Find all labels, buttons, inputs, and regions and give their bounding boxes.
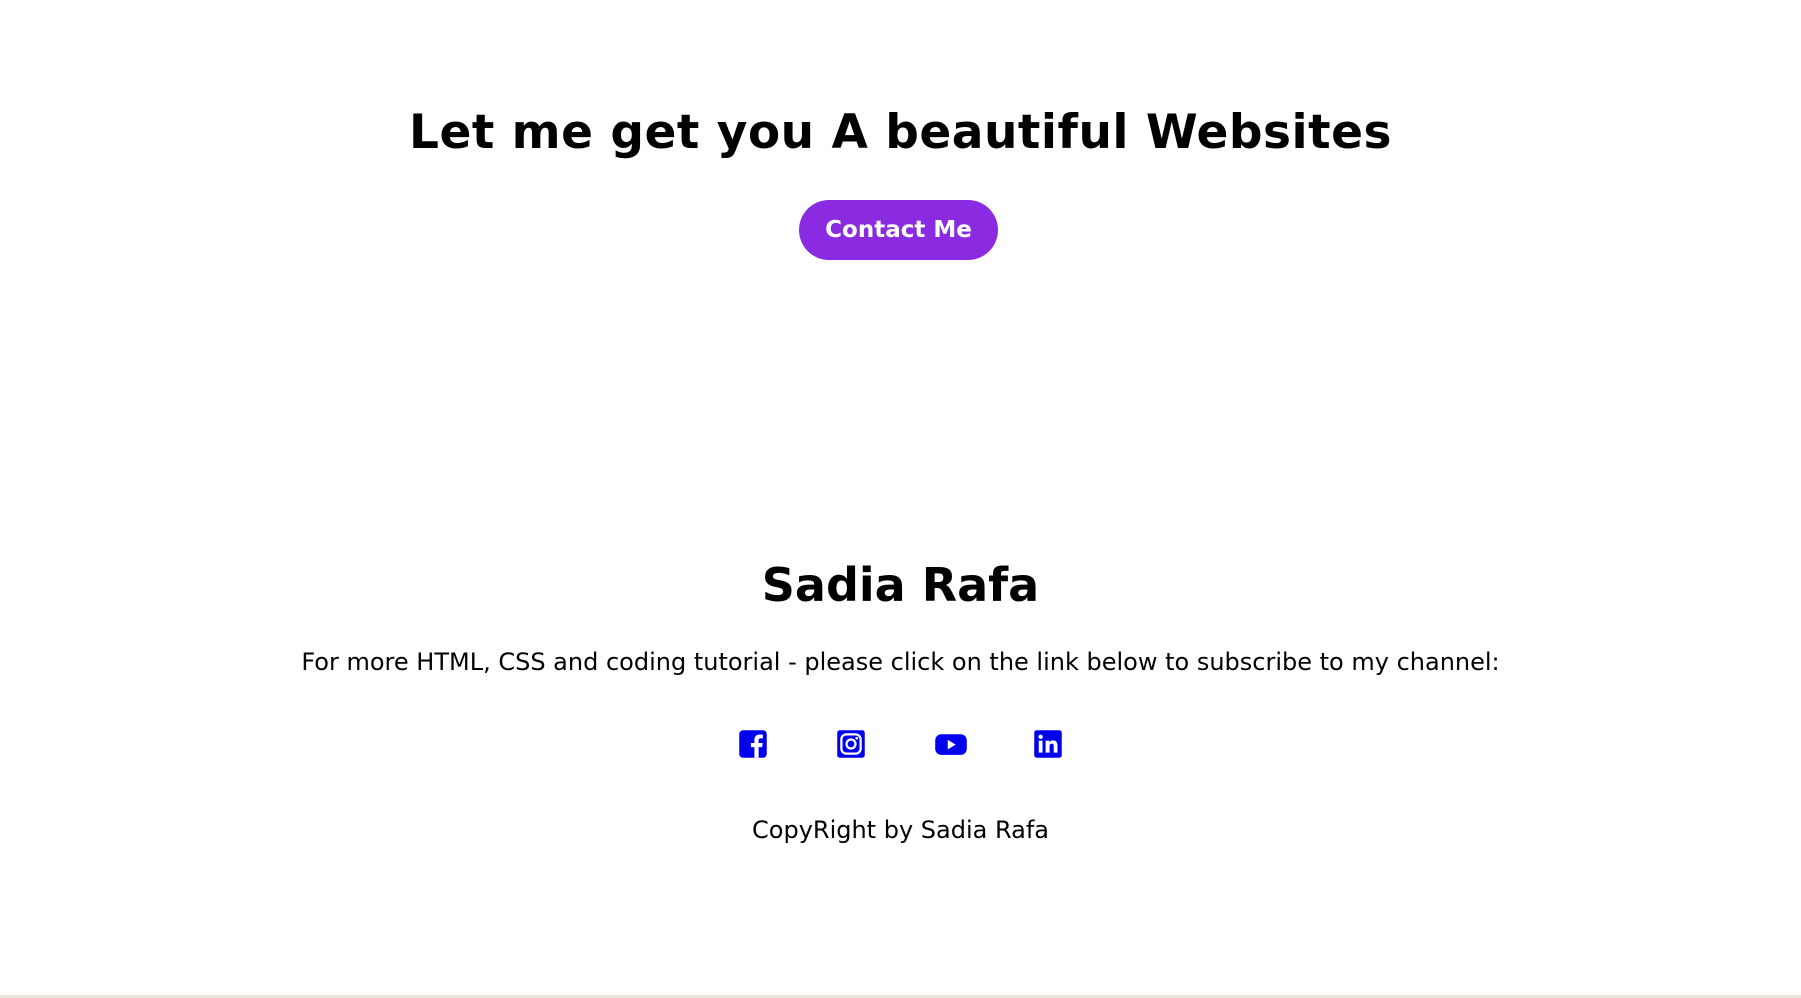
- footer-tagline: For more HTML, CSS and coding tutorial -…: [301, 648, 1500, 676]
- instagram-link[interactable]: [836, 729, 866, 759]
- linkedin-link[interactable]: [1033, 729, 1063, 759]
- footer-name: Sadia Rafa: [761, 558, 1040, 612]
- page: Let me get you A beautiful Websites Cont…: [0, 0, 1801, 998]
- social-links: [0, 725, 1801, 765]
- linkedin-icon: [1033, 729, 1063, 759]
- contact-button[interactable]: Contact Me: [799, 200, 998, 260]
- youtube-link[interactable]: [934, 729, 968, 759]
- hero-title: Let me get you A beautiful Websites: [409, 105, 1392, 160]
- facebook-icon: [738, 729, 768, 759]
- facebook-link[interactable]: [738, 729, 768, 759]
- copyright-text: CopyRight by Sadia Rafa: [752, 816, 1049, 844]
- instagram-icon: [836, 729, 866, 759]
- youtube-icon: [934, 729, 968, 759]
